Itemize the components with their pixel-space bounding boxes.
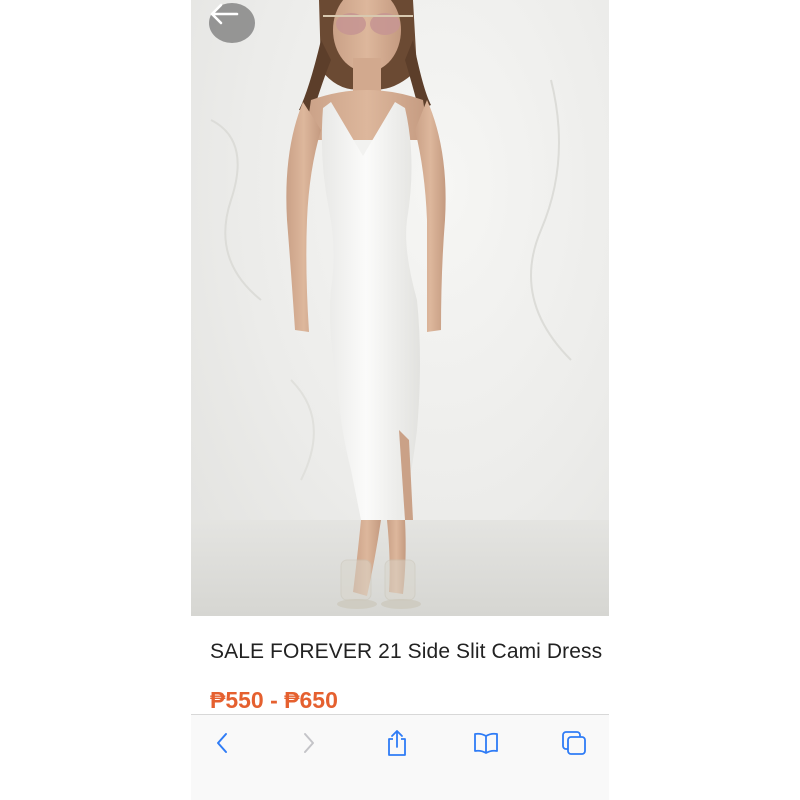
share-button[interactable] — [379, 729, 415, 761]
product-image[interactable] — [191, 0, 609, 616]
browser-viewport: SALE FOREVER 21 Side Slit Cami Dress ₱55… — [191, 0, 609, 800]
chevron-right-icon — [302, 732, 316, 759]
chevron-left-icon — [215, 732, 229, 759]
browser-toolbar — [191, 714, 609, 800]
share-icon — [385, 729, 409, 762]
book-icon — [473, 732, 499, 759]
tabs-icon — [561, 730, 587, 761]
product-photo-illustration — [191, 0, 609, 616]
product-title: SALE FOREVER 21 Side Slit Cami Dress — [210, 640, 603, 663]
back-button[interactable] — [209, 3, 255, 43]
browser-back-button[interactable] — [204, 729, 240, 761]
tabs-button[interactable] — [556, 729, 592, 761]
browser-forward-button[interactable] — [291, 729, 327, 761]
bookmarks-button[interactable] — [468, 729, 504, 761]
product-price: ₱550 - ₱650 — [210, 687, 338, 713]
